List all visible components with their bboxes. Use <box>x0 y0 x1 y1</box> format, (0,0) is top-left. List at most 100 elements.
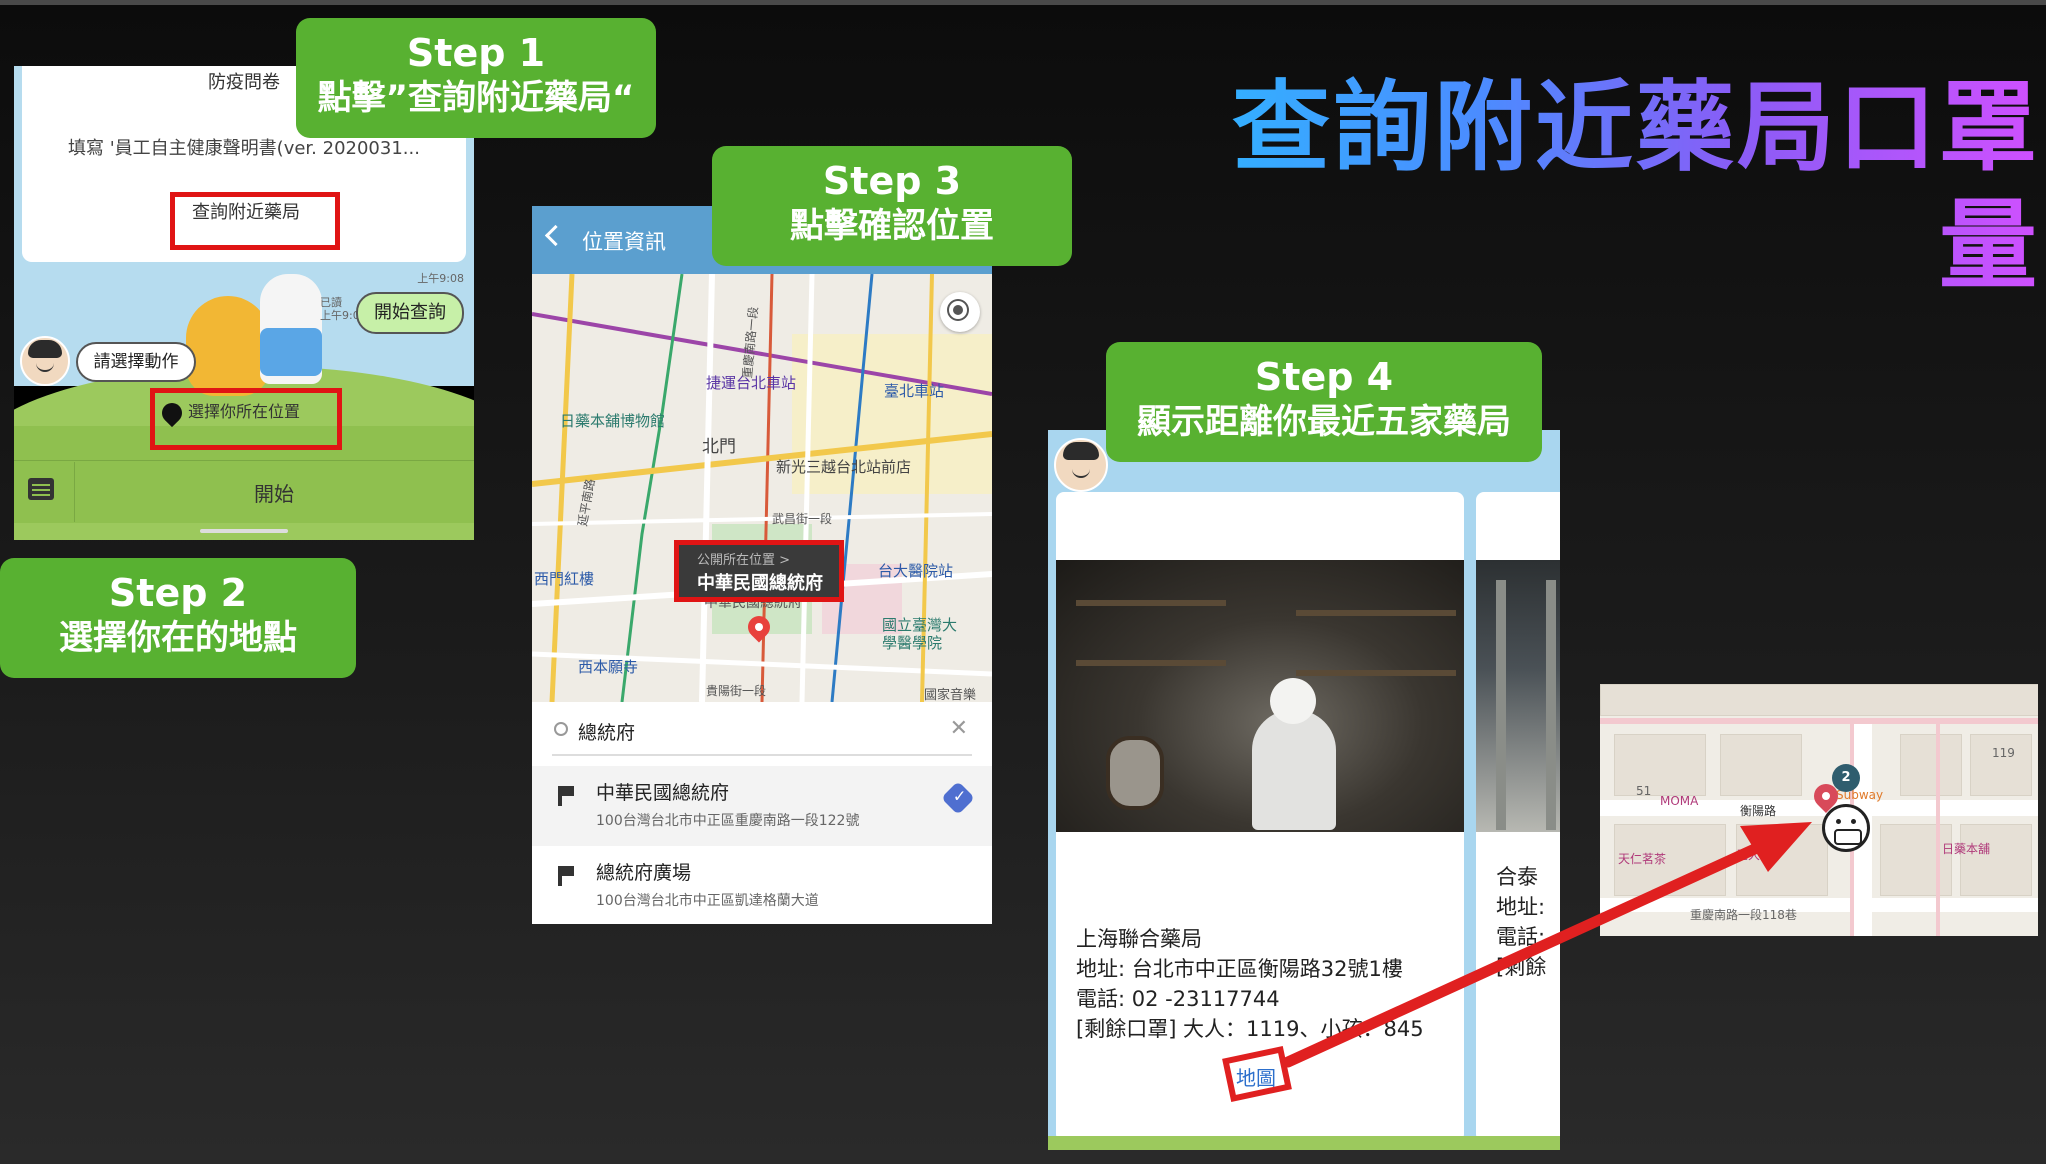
search-icon <box>554 722 568 736</box>
top-border <box>0 0 2046 5</box>
pharmacy-mask-stock: [剩餘 <box>1496 955 1547 979</box>
minimap-label-chongqing: 重慶南路一段118巷 <box>1690 908 1797 922</box>
pharmacy-carousel-screenshot: 上海聯合藥局 地址: 台北市中正區衡陽路32號1樓 電話: 02 -231177… <box>1048 430 1560 1150</box>
pharmacy-mask-stock: [剩餘口罩] 大人：1119、小孩：845 <box>1076 1017 1424 1041</box>
map-label-museum: 日藥本舖博物館 <box>560 412 666 430</box>
flag-icon <box>558 786 574 806</box>
bot-avatar <box>20 336 70 386</box>
minimap-label-119: 119 <box>1992 746 2015 760</box>
map-label-ximen: 西門紅樓 <box>534 570 595 588</box>
map-block <box>1880 824 1952 896</box>
pharmacy-address: 地址: <box>1496 895 1546 919</box>
keyboard-icon[interactable] <box>28 478 54 500</box>
highlight-box-step1 <box>170 192 340 250</box>
result-address: 100台灣台北市中正區凱達格蘭大道 <box>596 893 819 909</box>
minimap-label-hengyang: 衡陽路 <box>1740 804 1777 818</box>
shelf-decoration <box>1296 610 1456 616</box>
minimap-label-51: 51 <box>1636 784 1652 798</box>
location-tooltip[interactable]: 公開所在位置 > 中華民國總統府 <box>674 540 844 602</box>
bot-avatar <box>1054 438 1108 492</box>
map-label-guigang: 貴陽街一段 <box>706 684 767 698</box>
map-road-highlight <box>1936 724 1940 936</box>
page-title: 查詢附近藥局口罩量 <box>1180 70 2040 305</box>
chat-background-grass <box>1048 1136 1560 1150</box>
pharmacy-photo <box>1056 560 1464 832</box>
minimap-label-yuanda: 元大 <box>1736 848 1761 862</box>
home-indicator <box>200 529 288 533</box>
map-block <box>1900 734 1962 796</box>
pharmacy-info-partial: 合泰 地址: 電話: [剩餘 <box>1496 862 1546 982</box>
location-search-input[interactable]: 總統府 ✕ <box>552 710 972 756</box>
location-picker-screenshot: 位置資訊 捷運台北車站 臺北車站 日藥本舖博物館 北門 新光三越台北站前店 武昌… <box>532 206 992 924</box>
result-address: 100台灣台北市中正區重慶南路一段122號 <box>596 813 860 829</box>
minimap-label-japan: 日藥本舖 <box>1942 842 1991 856</box>
step1-title: Step 1 <box>406 31 546 75</box>
result-item[interactable]: 總統府廣場 100台灣台北市中正區凱達格蘭大道 <box>532 846 992 924</box>
map-label-taipei-station: 臺北車站 <box>884 382 945 400</box>
pharmacist-figure <box>1252 710 1336 830</box>
map-label-xiben: 西本願寺 <box>578 658 639 676</box>
map-road <box>1600 898 2038 912</box>
read-label: 已讀 <box>320 296 342 309</box>
choose-location-label: 選擇你所在位置 <box>188 402 301 421</box>
pillar-decoration <box>1546 580 1556 830</box>
pharmacy-name: 合泰 <box>1496 865 1538 889</box>
map-block <box>1960 824 2032 896</box>
shelf-decoration <box>1076 660 1226 666</box>
step1-badge: Step 1 點擊”查詢附近藥局“ <box>296 18 656 138</box>
chat-bubble-choose-action: 請選擇動作 <box>76 342 196 382</box>
pharmacy-address: 地址: 台北市中正區衡陽路32號1樓 <box>1076 957 1403 981</box>
map-label-wuchang: 武昌街一段 <box>772 512 833 526</box>
map-label-ntu-med: 國立臺灣大學醫學院 <box>882 616 958 652</box>
map-view[interactable]: 捷運台北車站 臺北車站 日藥本舖博物館 北門 新光三越台北站前店 武昌街一段 西… <box>532 274 992 702</box>
map-label-ntuh: 台大醫院站 <box>878 562 954 580</box>
back-chevron-icon[interactable] <box>544 224 567 247</box>
finn-shirt-illustration <box>260 328 322 376</box>
tooltip-share: 公開所在位置 > <box>697 553 791 568</box>
minimap-label-tianren: 天仁茗茶 <box>1618 852 1667 866</box>
wall-mask-decoration <box>1106 736 1164 810</box>
result-name: 總統府廣場 <box>596 862 692 884</box>
message-time: 上午9:08 <box>417 272 464 285</box>
step3-title: Step 3 <box>822 159 962 203</box>
pharmacy-info: 上海聯合藥局 地址: 台北市中正區衡陽路32號1樓 電話: 02 -231177… <box>1076 924 1424 1044</box>
step3-desc: 點擊確認位置 <box>790 206 994 246</box>
my-location-icon[interactable] <box>940 292 980 332</box>
pharmacy-phone: 電話: <box>1496 925 1546 949</box>
pharmacy-phone: 電話: 02 -23117744 <box>1076 987 1280 1011</box>
pharmacy-mini-map: MOMA 衡陽路 Subway 重慶南路一段118巷 日藥本舖 元大 天仁茗茶 … <box>1600 684 2038 936</box>
step3-badge: Step 3 點擊確認位置 <box>712 146 1072 266</box>
chat-bubble-start-query: 開始查詢 <box>356 292 464 334</box>
clear-icon[interactable]: ✕ <box>950 716 968 741</box>
pharmacy-photo <box>1476 560 1560 832</box>
selected-check-icon <box>941 781 975 815</box>
step1-desc: 點擊”查詢附近藥局“ <box>317 78 635 118</box>
map-block <box>1970 734 2032 796</box>
mask-face-icon <box>1822 804 1870 852</box>
step2-badge: Step 2 選擇你在的地點 <box>0 558 356 678</box>
map-block <box>1720 734 1802 796</box>
map-block <box>1600 684 2038 716</box>
cluster-count-badge[interactable]: 2 <box>1832 764 1860 792</box>
minimap-label-moma: MOMA <box>1660 794 1699 808</box>
shelf-decoration <box>1296 670 1456 676</box>
step4-badge: Step 4 顯示距離你最近五家藥局 <box>1106 342 1542 462</box>
pharmacy-card[interactable]: 上海聯合藥局 地址: 台北市中正區衡陽路32號1樓 電話: 02 -231177… <box>1056 492 1464 1142</box>
result-item[interactable]: 中華民國總統府 100台灣台北市中正區重慶南路一段122號 <box>532 766 992 846</box>
pharmacy-name: 上海聯合藥局 <box>1076 927 1202 951</box>
pharmacy-card[interactable] <box>1476 492 1560 1142</box>
map-label-music: 國家音樂 <box>924 688 977 702</box>
jake-character-illustration <box>186 296 270 396</box>
header-title: 位置資訊 <box>582 230 666 254</box>
result-name: 中華民國總統府 <box>596 782 730 804</box>
step2-desc: 選擇你在的地點 <box>59 618 297 658</box>
location-pin-icon <box>157 398 187 427</box>
start-menu-button[interactable]: 開始 <box>74 478 474 507</box>
map-road-highlight <box>1600 718 2038 724</box>
shelf-decoration <box>1076 600 1226 606</box>
step4-desc: 顯示距離你最近五家藥局 <box>1137 402 1511 442</box>
tooltip-place: 中華民國總統府 <box>697 573 823 594</box>
flag-icon <box>558 866 574 886</box>
map-label-mitsukoshi: 新光三越台北站前店 <box>776 458 912 476</box>
choose-location-button[interactable]: 選擇你所在位置 <box>157 398 301 427</box>
